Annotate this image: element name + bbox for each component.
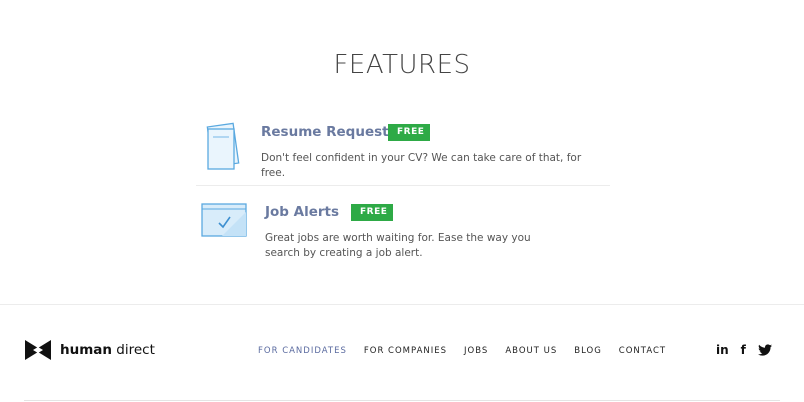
twitter-icon[interactable]: [757, 344, 772, 356]
facebook-icon[interactable]: f: [741, 343, 746, 357]
social-links: in f: [716, 343, 784, 357]
alert-window-icon: [200, 202, 248, 238]
logo-text: human direct: [60, 342, 155, 358]
feature-job-alerts: Job Alerts FREE Great jobs are worth wai…: [196, 198, 610, 268]
free-badge: FREE: [351, 204, 393, 221]
feature-description: Great jobs are worth waiting for. Ease t…: [265, 232, 531, 259]
nav-blog[interactable]: BLOG: [574, 346, 602, 356]
linkedin-icon[interactable]: in: [716, 343, 729, 357]
feature-description: Don't feel confident in your CV? We can …: [261, 152, 582, 179]
free-badge: FREE: [388, 124, 430, 141]
document-icon: [202, 122, 242, 172]
nav-about-us[interactable]: ABOUT US: [505, 346, 557, 356]
nav-jobs[interactable]: JOBS: [464, 346, 488, 356]
nav-for-companies[interactable]: FOR COMPANIES: [364, 346, 447, 356]
bottom-divider: [24, 400, 780, 401]
feature-name[interactable]: Resume Request: [261, 124, 389, 140]
footer-divider: [0, 304, 804, 305]
feature-resume-request: Resume Request FREE Don't feel confident…: [196, 118, 610, 186]
nav-contact[interactable]: CONTACT: [619, 346, 666, 356]
nav-for-candidates[interactable]: FOR CANDIDATES: [258, 346, 347, 356]
logo[interactable]: human direct: [24, 339, 155, 361]
feature-name[interactable]: Job Alerts: [265, 204, 339, 220]
footer-nav: FOR CANDIDATES FOR COMPANIES JOBS ABOUT …: [258, 346, 683, 356]
features-title: FEATURES: [333, 50, 471, 80]
logo-mark-icon: [24, 339, 52, 361]
